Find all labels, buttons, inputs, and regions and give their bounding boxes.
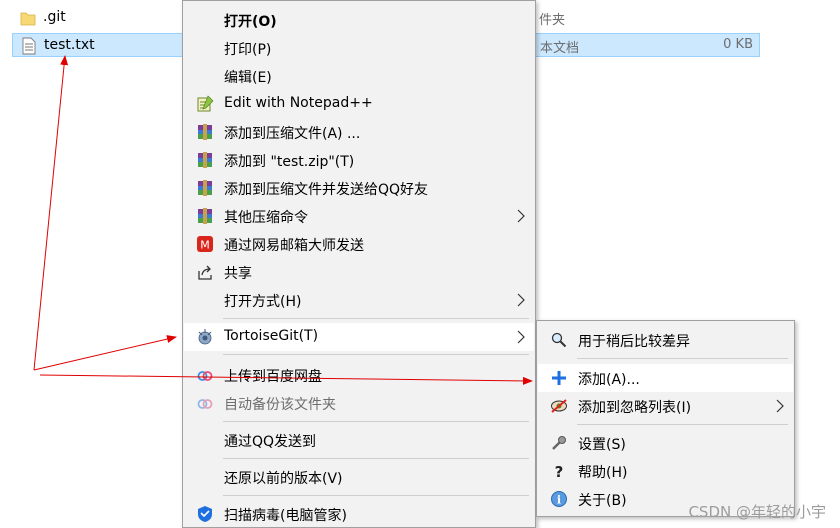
menu-item-label: 添加到 "test.zip"(T) (224, 154, 355, 170)
watermark: CSDN @年轻的小宇 (688, 503, 826, 521)
menu-item-label: 打开(O) (224, 14, 277, 30)
menu-item-label: 共享 (224, 266, 252, 282)
chevron-right-icon (517, 293, 525, 307)
submenu-item-diff-later[interactable]: 用于稍后比较差异 (538, 326, 793, 354)
file-name: .git (43, 9, 66, 25)
menu-item-restore-previous[interactable]: 还原以前的版本(V) (184, 463, 534, 491)
menu-item-open-with[interactable]: 打开方式(H) (184, 286, 534, 314)
submenu-item-label: 关于(B) (578, 493, 627, 509)
winrar-icon (198, 180, 212, 196)
menu-separator (223, 495, 529, 496)
submenu-item-add-to-ignore[interactable]: 添加到忽略列表(I) (538, 392, 793, 420)
svg-text:?: ? (555, 463, 564, 480)
menu-item-label: 通过网易邮箱大师发送 (224, 238, 364, 254)
tortoisegit-icon (198, 329, 212, 345)
submenu-item-label: 用于稍后比较差异 (578, 334, 690, 350)
submenu-item-label: 添加(A)... (578, 372, 640, 388)
svg-text:i: i (557, 494, 561, 507)
chevron-right-icon (517, 330, 525, 344)
menu-item-auto-backup[interactable]: 自动备份该文件夹 (184, 389, 534, 417)
winrar-icon (198, 124, 212, 140)
text-file-icon (22, 37, 36, 55)
file-name: test.txt (44, 37, 95, 53)
notepad-plus-plus-icon (197, 95, 214, 112)
menu-separator (223, 421, 529, 422)
wrench-icon (552, 436, 566, 450)
submenu-item-label: 设置(S) (578, 437, 626, 453)
menu-item-label: 添加到压缩文件并发送给QQ好友 (224, 182, 429, 198)
file-size: 0 KB (723, 37, 753, 52)
winrar-icon (198, 208, 212, 224)
info-icon: i (551, 491, 567, 507)
menu-item-label: 还原以前的版本(V) (224, 471, 343, 487)
menu-separator (577, 358, 788, 359)
menu-item-label: 通过QQ发送到 (224, 434, 317, 450)
menu-item-print[interactable]: 打印(P) (184, 34, 534, 62)
menu-item-notepad-plus-plus[interactable]: Edit with Notepad++ (184, 90, 534, 118)
plus-icon (552, 371, 566, 385)
netease-mail-icon: M (197, 236, 213, 252)
menu-item-add-to-archive[interactable]: 添加到压缩文件(A) ... (184, 118, 534, 146)
menu-separator (577, 424, 788, 425)
menu-item-add-to-test-zip[interactable]: 添加到 "test.zip"(T) (184, 146, 534, 174)
menu-item-label: 添加到压缩文件(A) ... (224, 126, 361, 142)
menu-item-edit[interactable]: 编辑(E) (184, 62, 534, 90)
context-menu: 打开(O) 打印(P) 编辑(E) Edit with Notepad++ 添加… (182, 0, 536, 528)
menu-item-upload-baidu[interactable]: 上传到百度网盘 (184, 361, 534, 389)
ignore-icon (551, 399, 567, 413)
submenu-item-label: 添加到忽略列表(I) (578, 400, 692, 416)
menu-item-share[interactable]: 共享 (184, 258, 534, 286)
submenu-item-add[interactable]: 添加(A)... (538, 364, 793, 392)
svg-text:M: M (200, 239, 210, 252)
submenu-item-help[interactable]: ? 帮助(H) (538, 457, 793, 485)
share-icon (198, 265, 212, 280)
menu-separator (223, 318, 529, 319)
menu-item-label: 编辑(E) (224, 70, 272, 86)
menu-item-scan-virus[interactable]: 扫描病毒(电脑管家) (184, 500, 534, 528)
menu-separator (223, 458, 529, 459)
baidu-netdisk-icon (197, 371, 213, 381)
chevron-right-icon (776, 399, 784, 413)
menu-item-tortoisegit[interactable]: TortoiseGit(T) (184, 323, 534, 351)
menu-item-label: 打印(P) (224, 42, 272, 58)
menu-item-open[interactable]: 打开(O) (184, 6, 534, 34)
submenu-item-label: 帮助(H) (578, 465, 628, 481)
menu-item-label: 扫描病毒(电脑管家) (224, 508, 347, 524)
file-type: 本文档 (540, 41, 580, 56)
menu-item-archive-send-qq[interactable]: 添加到压缩文件并发送给QQ好友 (184, 174, 534, 202)
menu-item-label: Edit with Notepad++ (224, 95, 373, 111)
menu-separator (223, 354, 529, 355)
menu-item-label: 其他压缩命令 (224, 210, 308, 226)
pc-manager-shield-icon (198, 506, 212, 522)
tortoisegit-submenu: 用于稍后比较差异 添加(A)... 添加到忽略列表(I) 设置(S) ? 帮助(… (536, 320, 795, 517)
menu-item-send-via-qq[interactable]: 通过QQ发送到 (184, 426, 534, 454)
menu-item-label: TortoiseGit(T) (224, 328, 319, 344)
menu-item-label: 自动备份该文件夹 (224, 397, 336, 413)
chevron-right-icon (517, 209, 525, 223)
menu-item-other-archive-commands[interactable]: 其他压缩命令 (184, 202, 534, 230)
help-icon: ? (555, 463, 564, 480)
menu-item-label: 打开方式(H) (224, 294, 302, 310)
file-type: 件夹 (539, 13, 566, 28)
baidu-netdisk-icon (197, 399, 213, 409)
submenu-item-settings[interactable]: 设置(S) (538, 429, 793, 457)
winrar-icon (198, 152, 212, 168)
menu-item-label: 上传到百度网盘 (224, 369, 322, 385)
magnifier-icon (551, 332, 567, 348)
menu-item-netease-mail[interactable]: M 通过网易邮箱大师发送 (184, 230, 534, 258)
folder-icon (20, 12, 36, 26)
